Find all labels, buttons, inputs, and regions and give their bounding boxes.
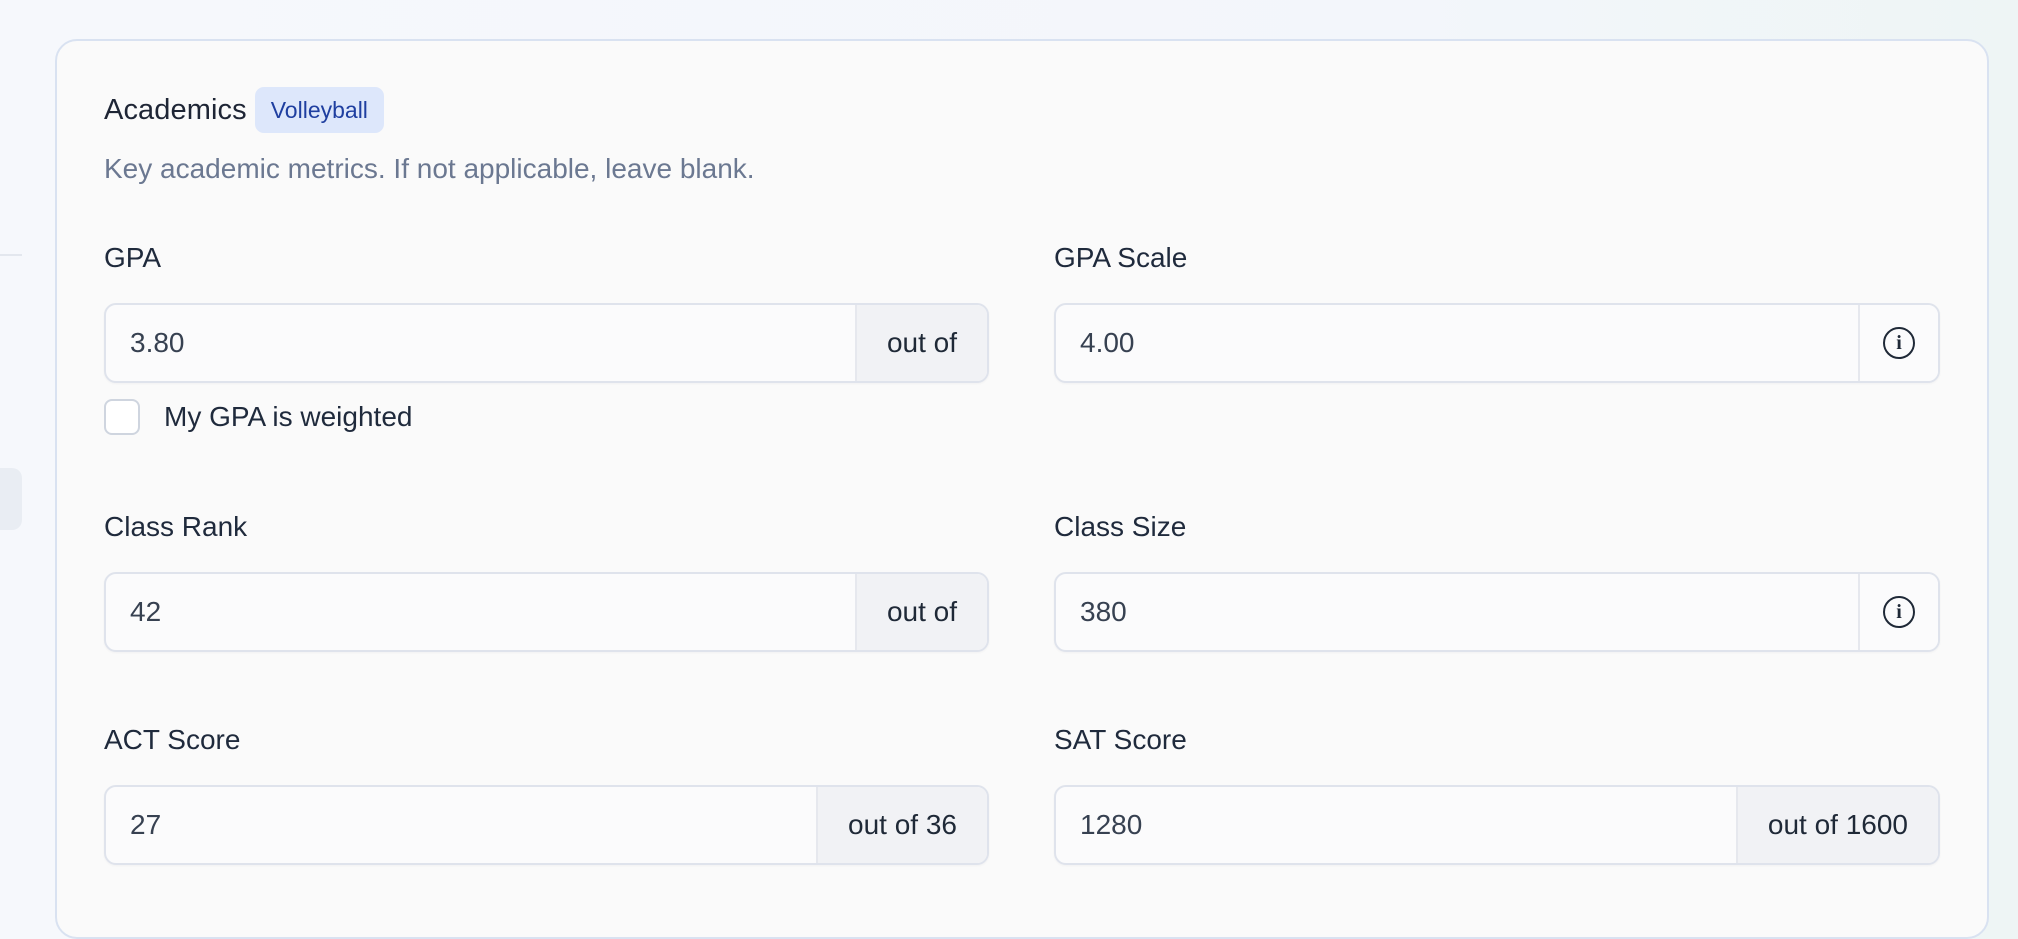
- act-score-label: ACT Score: [104, 724, 241, 755]
- gpa-suffix: out of: [854, 305, 987, 381]
- gpa-input-group: out of: [104, 303, 989, 383]
- sat-score-suffix: out of 1600: [1735, 787, 1938, 863]
- academics-card: Academics Volleyball Key academic metric…: [55, 39, 1989, 939]
- class-rank-input-group: out of: [104, 572, 989, 652]
- class-rank-input[interactable]: [106, 574, 855, 650]
- gpa-weighted-checkbox[interactable]: [104, 399, 140, 435]
- sidebar-item[interactable]: [0, 468, 22, 530]
- gpa-scale-input[interactable]: [1056, 305, 1858, 381]
- act-score-suffix: out of 36: [816, 787, 987, 863]
- sat-score-label: SAT Score: [1054, 724, 1187, 755]
- class-rank-label: Class Rank: [104, 511, 248, 542]
- gpa-label: GPA: [104, 242, 162, 273]
- act-score-input[interactable]: [106, 787, 817, 863]
- class-rank-suffix: out of: [854, 574, 987, 650]
- sidebar-divider: [0, 254, 22, 256]
- gpa-weighted-row[interactable]: My GPA is weighted: [104, 399, 412, 435]
- class-size-input-group: i: [1054, 572, 1940, 652]
- info-icon: i: [1883, 596, 1915, 628]
- sat-score-input[interactable]: [1056, 787, 1736, 863]
- card-header: Academics Volleyball: [104, 87, 384, 133]
- class-size-info-button[interactable]: i: [1858, 574, 1938, 650]
- gpa-scale-label: GPA Scale: [1054, 242, 1188, 273]
- act-score-input-group: out of 36: [104, 785, 989, 865]
- gpa-scale-info-button[interactable]: i: [1858, 305, 1938, 381]
- class-size-label: Class Size: [1054, 511, 1187, 542]
- info-icon: i: [1883, 327, 1915, 359]
- gpa-weighted-label[interactable]: My GPA is weighted: [164, 401, 412, 433]
- section-title: Academics: [104, 93, 247, 126]
- sport-badge: Volleyball: [254, 87, 384, 133]
- gpa-scale-input-group: i: [1054, 303, 1940, 383]
- gpa-input[interactable]: [106, 305, 855, 381]
- sat-score-input-group: out of 1600: [1054, 785, 1940, 865]
- class-size-input[interactable]: [1056, 574, 1858, 650]
- section-description: Key academic metrics. If not applicable,…: [104, 153, 755, 184]
